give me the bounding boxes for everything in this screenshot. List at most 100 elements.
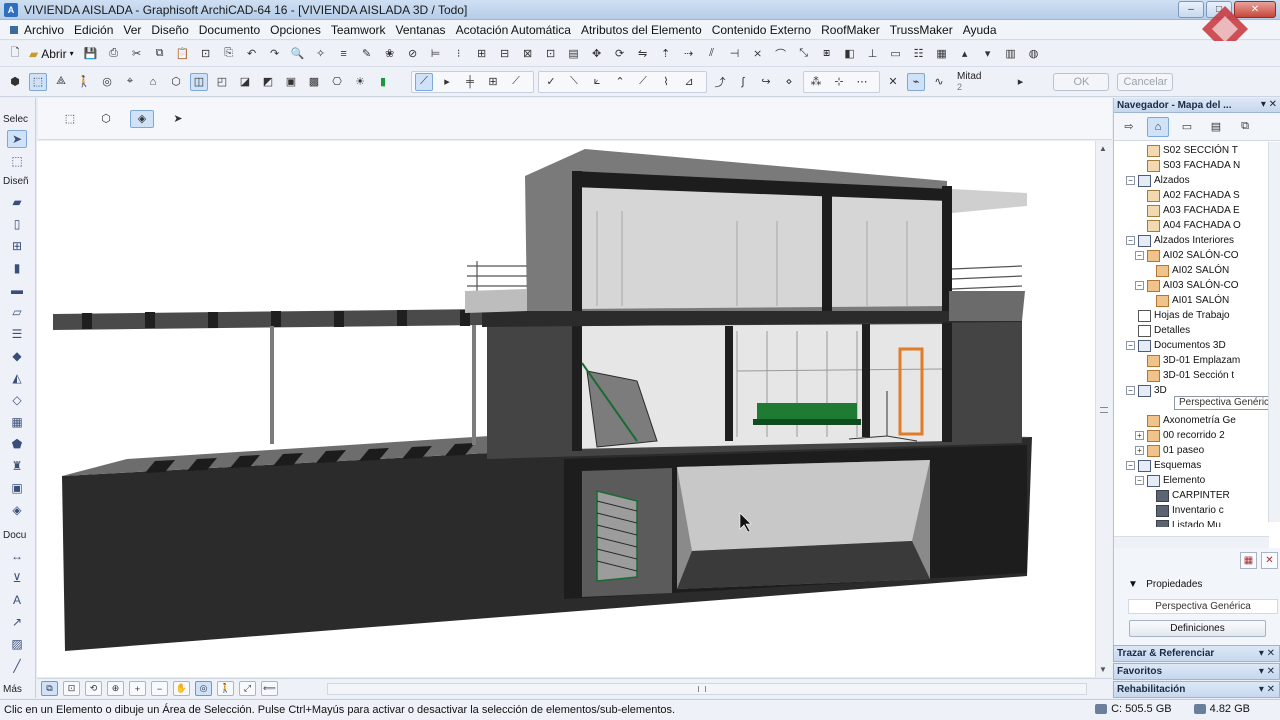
collapse-icon[interactable]: − bbox=[1126, 461, 1135, 470]
fill-tool-icon[interactable]: ▨ bbox=[7, 635, 27, 653]
window-tool-icon[interactable]: ⊞ bbox=[7, 237, 27, 255]
menu-ver[interactable]: Ver bbox=[123, 23, 149, 37]
menu-teamwork[interactable]: Teamwork bbox=[331, 23, 394, 37]
bisector-icon[interactable]: ⟀ bbox=[588, 73, 606, 91]
slope-icon[interactable]: ⟋ bbox=[634, 73, 652, 91]
elevate-icon[interactable]: ⇡ bbox=[657, 45, 675, 63]
special-snap-icon[interactable]: ⁂ bbox=[807, 73, 825, 91]
mitad-control[interactable]: Mitad 2 bbox=[957, 71, 981, 92]
tree-item[interactable]: Listado Mu bbox=[1144, 518, 1221, 527]
line-tool-icon[interactable]: ╱ bbox=[7, 657, 27, 675]
door-tool-icon[interactable]: ▯ bbox=[7, 215, 27, 233]
sun-icon[interactable]: ☀ bbox=[351, 73, 369, 91]
tree-item[interactable]: A03 FACHADA E bbox=[1135, 203, 1240, 218]
expand-icon[interactable]: + bbox=[1135, 446, 1144, 455]
polygon-select-icon[interactable]: ⬡ bbox=[94, 110, 118, 128]
tree-item[interactable]: Hojas de Trabajo bbox=[1126, 308, 1230, 323]
object-tool-icon[interactable]: ♜ bbox=[7, 457, 27, 475]
collapse-icon[interactable]: − bbox=[1135, 251, 1144, 260]
tree-item[interactable]: +00 recorrido 2 bbox=[1135, 428, 1225, 443]
previous-zoom-icon[interactable]: ⟸ bbox=[261, 681, 278, 696]
surface-icon[interactable]: ⌇ bbox=[657, 73, 675, 91]
orange-book-icon[interactable]: ▦ bbox=[933, 45, 951, 63]
marquee-select-icon[interactable]: ◈ bbox=[130, 109, 154, 128]
dimension-tool-icon[interactable]: ↔ bbox=[7, 547, 27, 565]
division-icon[interactable]: ∿ bbox=[930, 73, 948, 91]
favorites-icon[interactable]: ❀ bbox=[381, 45, 399, 63]
drag-icon[interactable]: ✥ bbox=[588, 45, 606, 63]
navigator-vertical-scrollbar[interactable] bbox=[1268, 142, 1280, 522]
copy-icon[interactable]: ⧉ bbox=[151, 45, 169, 63]
viewport-vertical-scrollbar[interactable]: ▲ ▼ bbox=[1095, 141, 1112, 677]
explore-icon[interactable]: ⌖ bbox=[121, 73, 139, 91]
tree-item[interactable]: A04 FACHADA O bbox=[1135, 218, 1241, 233]
arrow-up-icon[interactable]: ▴ bbox=[956, 45, 974, 63]
collapse-icon[interactable]: − bbox=[1135, 476, 1144, 485]
magic-wand-icon[interactable]: ✧ bbox=[312, 45, 330, 63]
level-dimension-tool-icon[interactable]: ⊻ bbox=[7, 569, 27, 587]
panel-menu-icon[interactable]: ▾ ✕ bbox=[1261, 99, 1277, 110]
offset-icon[interactable]: ⇢ bbox=[680, 45, 698, 63]
collapse-icon[interactable]: − bbox=[1135, 281, 1144, 290]
shading-icon[interactable]: ◪ bbox=[236, 73, 254, 91]
zoom-window-icon[interactable]: ⊕ bbox=[107, 681, 124, 696]
snap-dropdown-icon[interactable]: ▸ bbox=[438, 73, 456, 91]
tree-item[interactable]: AI02 SALÓN bbox=[1144, 263, 1229, 278]
guide-lines-icon[interactable]: ⟋ bbox=[415, 72, 433, 91]
panel-favoritos[interactable]: Favoritos ▾ ✕ bbox=[1113, 663, 1280, 680]
panel-expand-icon[interactable]: ▾ ✕ bbox=[1259, 666, 1275, 677]
home-view-icon[interactable]: ⌂ bbox=[144, 73, 162, 91]
walk-icon[interactable]: 🚶 bbox=[75, 73, 93, 91]
stair-tool-icon[interactable]: ☰ bbox=[7, 325, 27, 343]
paste-special-icon[interactable]: ⊡ bbox=[197, 45, 215, 63]
properties-header[interactable]: ▼ Propiedades bbox=[1128, 579, 1202, 590]
tree-item[interactable]: AI01 SALÓN bbox=[1144, 293, 1229, 308]
pointer-select-icon[interactable]: ➤ bbox=[166, 110, 190, 128]
menu-contenido-externo[interactable]: Contenido Externo bbox=[712, 23, 819, 37]
menu-trussmaker[interactable]: TrussMaker bbox=[890, 23, 961, 37]
split-icon[interactable]: ⫽ bbox=[703, 45, 721, 63]
tree-item[interactable]: − Esquemas bbox=[1126, 458, 1201, 473]
tree-item[interactable]: − Elemento bbox=[1135, 473, 1205, 488]
cancel-snap-icon[interactable]: ✕ bbox=[884, 73, 902, 91]
cut-icon[interactable]: ✂ bbox=[128, 45, 146, 63]
publisher-icon[interactable]: ◍ bbox=[1025, 45, 1043, 63]
mirror-icon[interactable]: ⇋ bbox=[634, 45, 652, 63]
construction-grid-icon[interactable]: ⊞ bbox=[484, 73, 502, 91]
tree-item[interactable]: Inventario c bbox=[1144, 503, 1224, 518]
navigation-palette-icon[interactable]: ⧉ bbox=[41, 681, 58, 696]
tree-item[interactable]: − Alzados bbox=[1126, 173, 1190, 188]
marquee-3d-icon[interactable]: ⬚ bbox=[29, 72, 47, 91]
properties-view-name[interactable]: Perspectiva Genérica bbox=[1128, 599, 1278, 614]
unlock-icon[interactable]: ⊡ bbox=[542, 45, 560, 63]
undo-icon[interactable]: ↶ bbox=[243, 45, 261, 63]
collapse-icon[interactable]: − bbox=[1126, 386, 1135, 395]
text-tool-icon[interactable]: A bbox=[7, 591, 27, 609]
rectangle-select-icon[interactable]: ⬚ bbox=[58, 110, 82, 128]
lock-icon[interactable]: ⊠ bbox=[519, 45, 537, 63]
parallel-icon[interactable]: ✓ bbox=[542, 73, 560, 91]
panel-trazar-referenciar[interactable]: Trazar & Referenciar ▾ ✕ bbox=[1113, 645, 1280, 662]
slab-tool-icon[interactable]: ▱ bbox=[7, 303, 27, 321]
tree-item[interactable]: Axonometría Ge bbox=[1135, 413, 1236, 428]
new-view-icon[interactable]: ▦ bbox=[1240, 552, 1257, 569]
grid-snap-icon[interactable]: ╪ bbox=[461, 73, 479, 91]
align-icon[interactable]: ⊨ bbox=[427, 45, 445, 63]
morph-tool-icon[interactable]: ⬟ bbox=[7, 435, 27, 453]
layers-icon[interactable]: ≡ bbox=[335, 45, 353, 63]
orbit-view-icon[interactable]: ◎ bbox=[195, 681, 212, 696]
tree-item[interactable]: S03 FACHADA N bbox=[1135, 158, 1240, 173]
adjust-icon[interactable]: ⊣ bbox=[726, 45, 744, 63]
cancel-button[interactable]: Cancelar bbox=[1117, 72, 1174, 91]
fillet-icon[interactable]: ⌒ bbox=[772, 45, 790, 63]
camera-icon[interactable]: ⎔ bbox=[328, 73, 346, 91]
navigator-popup-icon[interactable]: ⇨ bbox=[1118, 117, 1140, 137]
wireframe-icon[interactable]: ◫ bbox=[190, 72, 208, 91]
resize-icon[interactable]: ⤡ bbox=[795, 45, 813, 63]
photo-icon[interactable]: ▩ bbox=[305, 73, 323, 91]
curve-icon[interactable]: ⤴ bbox=[711, 73, 729, 91]
menu-ventanas[interactable]: Ventanas bbox=[396, 23, 454, 37]
curtain-wall-tool-icon[interactable]: ▦ bbox=[7, 413, 27, 431]
delete-view-icon[interactable]: ✕ bbox=[1261, 552, 1278, 569]
node-icon[interactable]: ⋄ bbox=[780, 73, 798, 91]
